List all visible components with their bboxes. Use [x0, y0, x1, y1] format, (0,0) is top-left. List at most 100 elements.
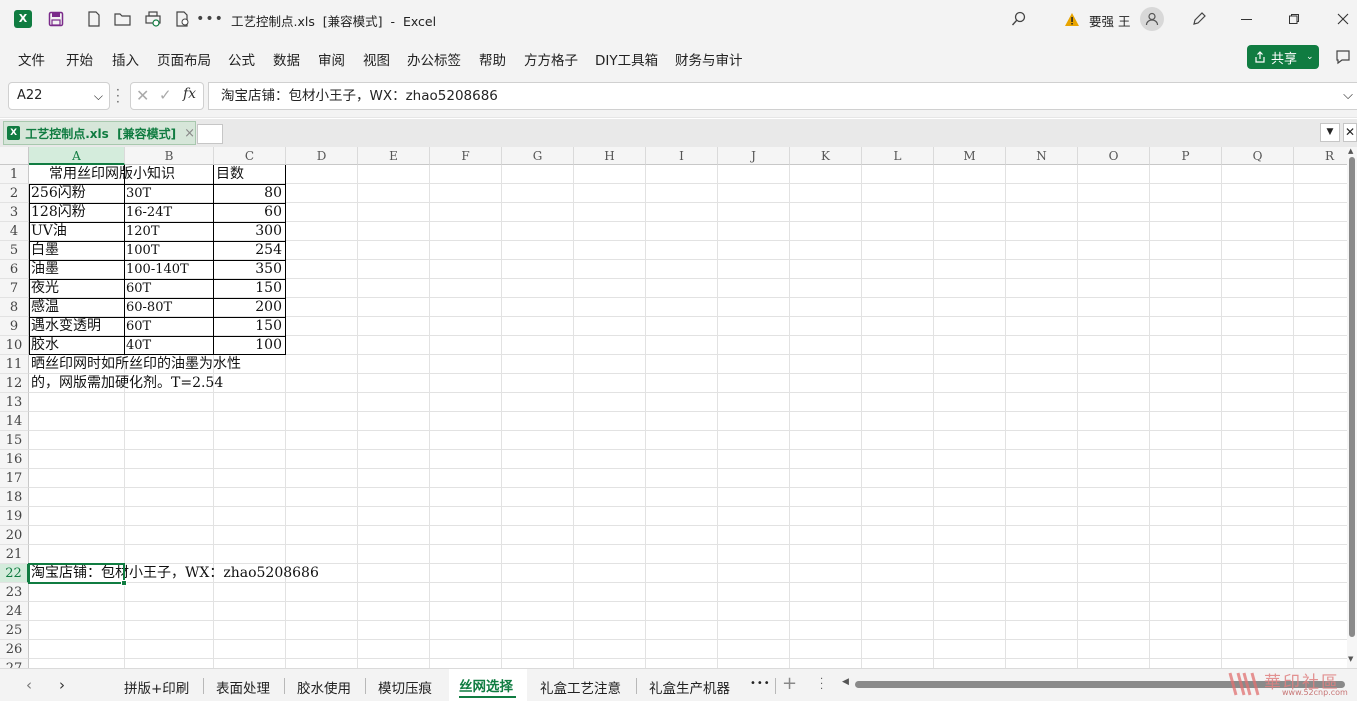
row-header-23[interactable]: 23 [0, 583, 29, 602]
ribbon-tab-insert[interactable]: 插入 [112, 49, 139, 69]
ribbon-tab-page-layout[interactable]: 页面布局 [157, 49, 211, 69]
table-cell-c[interactable]: 200 [213, 298, 285, 317]
table-cell-b[interactable]: 60T [124, 317, 213, 336]
table-cell-a[interactable]: UV油 [29, 222, 124, 241]
warning-icon[interactable] [1062, 9, 1082, 29]
row-header-17[interactable]: 17 [0, 469, 29, 488]
sheet-tab-die-cutting[interactable]: 模切压痕 [378, 677, 432, 697]
new-file-icon[interactable] [84, 9, 104, 29]
column-header-f[interactable]: F [430, 147, 502, 165]
add-sheet-icon[interactable]: + [782, 673, 797, 694]
avatar-icon[interactable] [1140, 7, 1164, 31]
cell-c1[interactable]: 目数 [214, 165, 244, 184]
workbook-tab[interactable]: X 工艺控制点.xls [兼容模式] × [3, 121, 196, 145]
table-cell-b[interactable]: 30T [124, 184, 213, 203]
column-header-b[interactable]: B [125, 147, 214, 165]
name-box[interactable]: A22 ⌵ [8, 82, 110, 110]
print-preview-icon[interactable] [143, 9, 163, 29]
column-header-k[interactable]: K [790, 147, 862, 165]
scroll-down-icon[interactable]: ▼ [1348, 655, 1353, 663]
row-header-8[interactable]: 8 [0, 298, 29, 317]
pen-icon[interactable] [1189, 9, 1209, 29]
table-cell-c[interactable]: 254 [213, 241, 285, 260]
search-icon[interactable] [1009, 9, 1029, 29]
sheet-tab-imposition-printing[interactable]: 拼版+印刷 [124, 677, 189, 697]
ribbon-tab-fangfang[interactable]: 方方格子 [524, 49, 578, 69]
ribbon-tab-diy-toolbox[interactable]: DIY工具箱 [595, 49, 658, 69]
column-header-j[interactable]: J [718, 147, 790, 165]
ribbon-tab-data[interactable]: 数据 [273, 49, 300, 69]
pdf-export-icon[interactable] [172, 9, 192, 29]
row-header-14[interactable]: 14 [0, 412, 29, 431]
workbook-tab-close-icon[interactable]: × [184, 126, 195, 141]
share-button[interactable]: 共享 ⌄ [1247, 45, 1319, 69]
column-header-o[interactable]: O [1078, 147, 1150, 165]
spreadsheet-grid[interactable]: ABCDEFGHIJKLMNOPQR 1 2 3 4 5 6 7 8 9 10 11 12 13 14 15… [0, 147, 1347, 668]
row-header-7[interactable]: 7 [0, 279, 29, 298]
ribbon-tab-help[interactable]: 帮助 [479, 49, 506, 69]
row-header-2[interactable]: 2 [0, 184, 29, 203]
more-sheets-icon[interactable]: ••• [750, 678, 771, 689]
row-header-27[interactable]: 27 [0, 659, 29, 668]
row-header-11[interactable]: 11 [0, 355, 29, 374]
table-cell-c[interactable]: 300 [213, 222, 285, 241]
row-header-22[interactable]: 22 [0, 564, 29, 583]
row-header-5[interactable]: 5 [0, 241, 29, 260]
ribbon-tab-finance-audit[interactable]: 财务与审计 [675, 49, 743, 69]
table-cell-a[interactable]: 感温 [29, 298, 124, 317]
comments-icon[interactable] [1333, 47, 1353, 67]
column-header-e[interactable]: E [358, 147, 430, 165]
row-header-24[interactable]: 24 [0, 602, 29, 621]
column-header-l[interactable]: L [862, 147, 934, 165]
table-cell-a[interactable]: 白墨 [29, 241, 124, 260]
table-cell-b[interactable]: 60T [124, 279, 213, 298]
table-cell-c[interactable]: 60 [213, 203, 285, 222]
row-header-9[interactable]: 9 [0, 317, 29, 336]
table-cell-a[interactable]: 256闪粉 [29, 184, 124, 203]
column-header-p[interactable]: P [1150, 147, 1222, 165]
row-header-26[interactable]: 26 [0, 640, 29, 659]
row-header-15[interactable]: 15 [0, 431, 29, 450]
save-icon[interactable] [46, 9, 66, 29]
row-header-13[interactable]: 13 [0, 393, 29, 412]
table-cell-b[interactable]: 100-140T [124, 260, 213, 279]
column-header-g[interactable]: G [502, 147, 574, 165]
restore-icon[interactable] [1284, 9, 1304, 29]
insert-function-icon[interactable]: fx [183, 86, 196, 102]
table-cell-b[interactable]: 120T [124, 222, 213, 241]
row-header-19[interactable]: 19 [0, 507, 29, 526]
new-workbook-tab[interactable] [197, 124, 223, 144]
table-cell-a[interactable]: 遇水变透明 [29, 317, 124, 336]
row-header-16[interactable]: 16 [0, 450, 29, 469]
vertical-dots-icon[interactable]: · · · [116, 84, 120, 108]
row-header-10[interactable]: 10 [0, 336, 29, 355]
column-header-h[interactable]: H [574, 147, 646, 165]
cell-a1[interactable]: 常用丝印网版小知识 [47, 165, 175, 184]
table-cell-c[interactable]: 350 [213, 260, 285, 279]
scroll-up-icon[interactable]: ▲ [1348, 147, 1353, 155]
table-cell-c[interactable]: 150 [213, 279, 285, 298]
sheet-tab-glue-usage[interactable]: 胶水使用 [297, 677, 351, 697]
sheet-tab-screen-selection[interactable]: 丝网选择 [459, 675, 513, 695]
select-all-corner[interactable] [0, 147, 29, 165]
sheet-tab-gift-box-notes[interactable]: 礼盒工艺注意 [540, 677, 621, 697]
table-cell-a[interactable]: 油墨 [29, 260, 124, 279]
row-header-18[interactable]: 18 [0, 488, 29, 507]
table-cell-a[interactable]: 128闪粉 [29, 203, 124, 222]
row-header-25[interactable]: 25 [0, 621, 29, 640]
column-header-d[interactable]: D [286, 147, 358, 165]
more-commands-icon[interactable]: ••• [196, 9, 223, 29]
expand-formula-icon[interactable]: ⌵ [1343, 83, 1353, 109]
sheet-tab-gift-box-machines[interactable]: 礼盒生产机器 [649, 677, 730, 697]
column-header-r[interactable]: R [1294, 147, 1347, 165]
table-cell-b[interactable]: 100T [124, 241, 213, 260]
column-header-q[interactable]: Q [1222, 147, 1294, 165]
confirm-icon[interactable]: ✓ [159, 86, 172, 104]
table-cell-b[interactable]: 16-24T [124, 203, 213, 222]
column-header-i[interactable]: I [646, 147, 718, 165]
column-header-m[interactable]: M [934, 147, 1006, 165]
row-header-4[interactable]: 4 [0, 222, 29, 241]
ribbon-tab-office-tab[interactable]: 办公标签 [407, 49, 461, 69]
close-icon[interactable] [1333, 9, 1353, 29]
column-header-a[interactable]: A [29, 147, 125, 165]
